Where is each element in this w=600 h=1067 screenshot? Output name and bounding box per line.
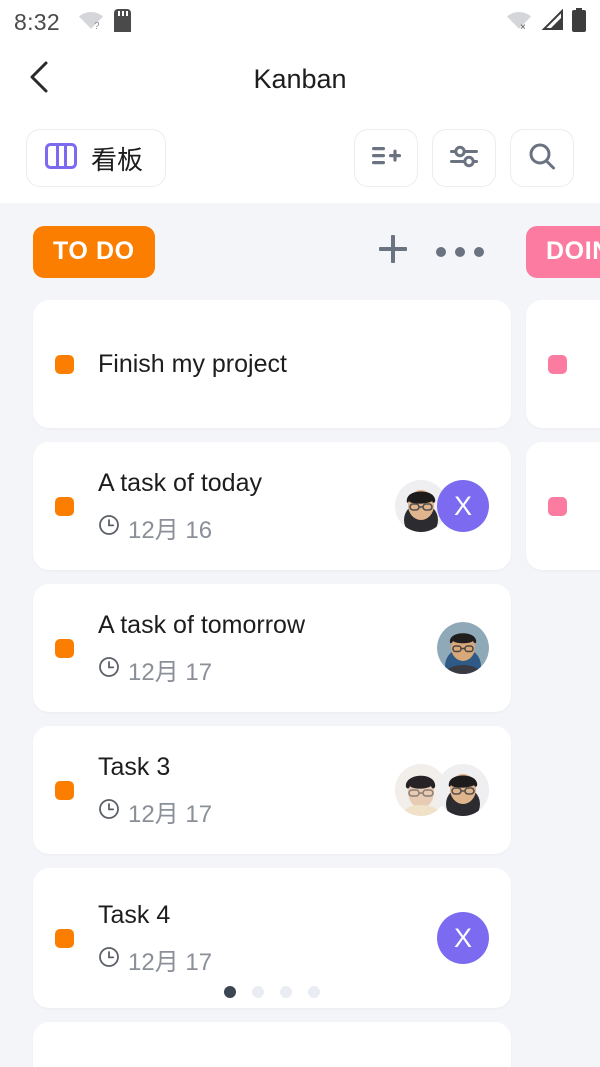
board-toolbar: 看板 xyxy=(0,113,600,203)
card-body: Task 4 12月 17 xyxy=(98,899,423,977)
svg-text:×: × xyxy=(520,22,526,31)
avatar[interactable] xyxy=(437,764,489,816)
card-title: A task of tomorrow xyxy=(98,611,306,640)
card-due-date: 12月 17 xyxy=(128,800,213,828)
card-body: A task of today 12月 16 xyxy=(98,467,381,545)
card-due-date: 12月 17 xyxy=(128,948,213,976)
clock-icon xyxy=(98,514,120,541)
status-bar-time: 8:32 xyxy=(14,9,60,35)
pagination-dot[interactable] xyxy=(252,986,264,998)
column-tools-todo xyxy=(376,232,512,271)
card-color-marker xyxy=(55,928,74,948)
columns-icon xyxy=(45,141,77,176)
search-button[interactable] xyxy=(510,129,574,187)
battery-icon xyxy=(572,8,586,37)
task-card[interactable]: A task of today 12月 16 X xyxy=(33,442,511,570)
pagination-dot[interactable] xyxy=(224,986,236,998)
card-color-marker xyxy=(55,354,74,374)
card-color-marker xyxy=(548,354,567,374)
status-bar-right-icons: × xyxy=(506,8,586,37)
kanban-app-screen: 8:32 ? × Kanban 看板 TO DO Finish my proje… xyxy=(0,0,600,1067)
card-color-marker xyxy=(55,780,74,800)
clock-icon xyxy=(98,798,120,825)
column-header-todo: TO DO xyxy=(33,203,512,300)
card-title: Finish my project xyxy=(98,349,287,378)
pagination-dot[interactable] xyxy=(308,986,320,998)
card-due-date: 12月 16 xyxy=(128,516,213,544)
column-title-pill-todo[interactable]: TO DO xyxy=(33,225,155,278)
card-color-marker xyxy=(55,638,74,658)
page-title: Kanban xyxy=(253,63,347,94)
card-meta: 12月 17 xyxy=(98,942,423,977)
task-card[interactable] xyxy=(526,300,600,428)
more-horizontal-icon xyxy=(436,246,484,257)
card-title: Task 4 xyxy=(98,901,171,930)
view-switch-kanban-button[interactable]: 看板 xyxy=(26,129,167,187)
card-body: A task of tomorrow 12月 17 xyxy=(98,609,423,687)
view-switch-label: 看板 xyxy=(91,144,144,175)
task-card[interactable] xyxy=(526,442,600,570)
wifi-question-icon: ? xyxy=(78,9,104,36)
svg-text:?: ? xyxy=(94,21,100,31)
card-title: A task of today xyxy=(98,469,262,498)
card-title: Task 3 xyxy=(98,753,171,782)
card-meta: 12月 17 xyxy=(98,652,423,687)
sd-card-icon xyxy=(113,8,131,37)
card-pagination-dots[interactable] xyxy=(33,986,511,998)
board-column-todo: TO DO Finish my project A task of today … xyxy=(0,203,512,1067)
task-card[interactable]: Task 4 12月 17 X xyxy=(33,868,511,1008)
card-assignees[interactable] xyxy=(395,764,489,816)
kanban-board[interactable]: TO DO Finish my project A task of today … xyxy=(0,203,600,1067)
sliders-icon xyxy=(448,142,480,175)
filter-button[interactable] xyxy=(432,129,496,187)
cellular-signal-icon xyxy=(540,8,564,36)
card-assignees[interactable]: X xyxy=(437,912,489,964)
card-due-date: 12月 17 xyxy=(128,658,213,686)
card-color-marker xyxy=(55,496,74,516)
avatar[interactable]: X xyxy=(437,912,489,964)
task-card[interactable]: A task of tomorrow 12月 17 xyxy=(33,584,511,712)
wifi-off-icon: × xyxy=(506,9,532,36)
board-column-doing: DOING xyxy=(512,203,600,584)
avatar[interactable]: X xyxy=(437,480,489,532)
search-icon xyxy=(526,141,558,176)
card-color-marker xyxy=(548,496,567,516)
card-meta: 12月 16 xyxy=(98,510,381,545)
status-bar: 8:32 ? × xyxy=(0,0,600,45)
column-more-menu-button[interactable] xyxy=(436,246,484,257)
column-header-doing: DOING xyxy=(526,203,600,300)
clock-icon xyxy=(98,946,120,973)
add-list-button[interactable] xyxy=(354,129,418,187)
card-meta: 12月 17 xyxy=(98,794,381,829)
clock-icon xyxy=(98,656,120,683)
avatar[interactable] xyxy=(437,622,489,674)
list-add-icon xyxy=(370,142,402,175)
card-assignees[interactable] xyxy=(437,622,489,674)
board-columns: TO DO Finish my project A task of today … xyxy=(0,203,600,1067)
status-bar-left-icons: ? xyxy=(78,8,131,37)
pagination-dot[interactable] xyxy=(280,986,292,998)
task-card[interactable]: Finish my project xyxy=(33,300,511,428)
task-card[interactable]: Task 3 12月 17 xyxy=(33,726,511,854)
card-body: Finish my project xyxy=(98,348,489,381)
card-body: Task 3 12月 17 xyxy=(98,751,381,829)
card-assignees[interactable]: X xyxy=(395,480,489,532)
toolbar-actions xyxy=(354,129,574,187)
column-title-pill-doing[interactable]: DOING xyxy=(526,225,600,278)
plus-icon xyxy=(376,232,410,271)
add-card-button[interactable] xyxy=(376,232,410,271)
task-card[interactable] xyxy=(33,1022,511,1067)
title-bar: Kanban xyxy=(0,45,600,113)
